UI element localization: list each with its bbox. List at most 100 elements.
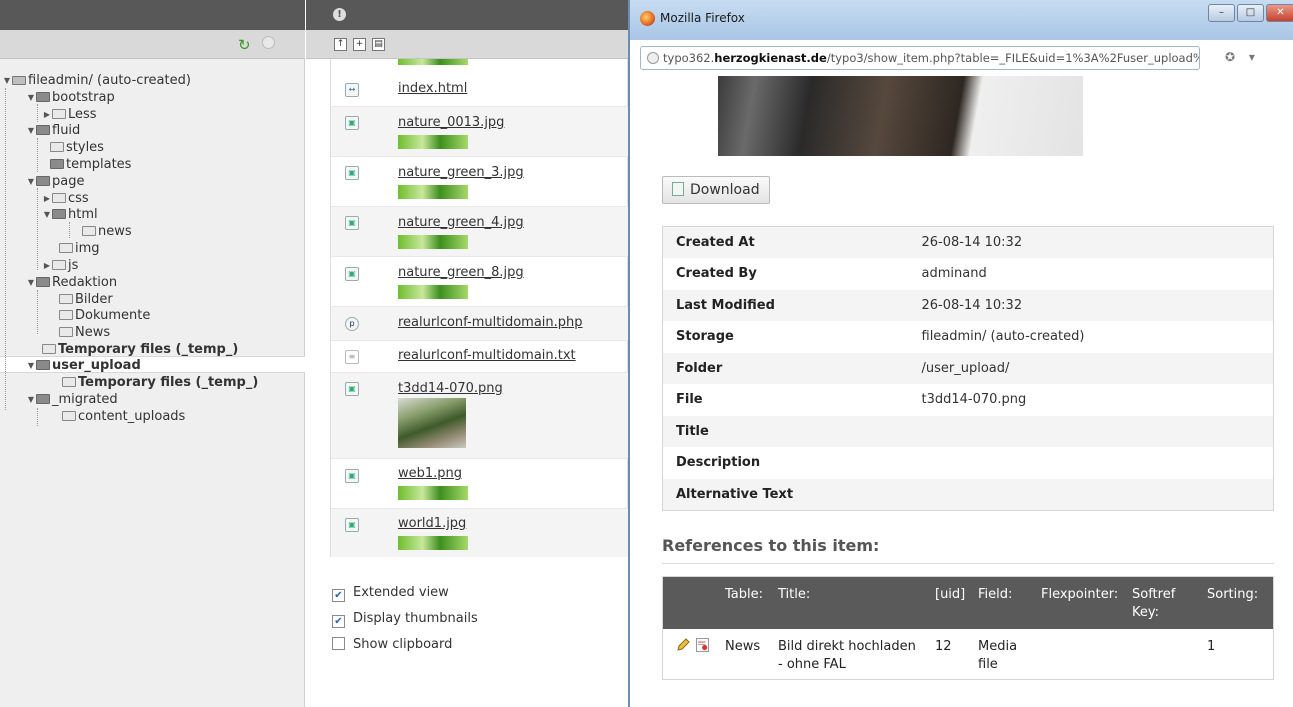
col-header-table: Table: bbox=[725, 587, 763, 602]
file-row[interactable]: ▣ world1.jpg bbox=[331, 509, 628, 557]
close-button[interactable]: ✕ bbox=[1266, 4, 1293, 22]
tree-node-dokumente[interactable]: Dokumente bbox=[59, 307, 150, 324]
image-file-icon: ▣ bbox=[345, 469, 359, 483]
tree-node-fileadmin[interactable]: ▼ fileadmin/ (auto-created) bbox=[2, 72, 191, 89]
show-clipboard-checkbox[interactable] bbox=[332, 637, 345, 650]
show-clipboard-label: Show clipboard bbox=[353, 637, 453, 652]
col-header-field: Field: bbox=[978, 587, 1013, 602]
file-name-link[interactable]: t3dd14-070.png bbox=[398, 381, 503, 396]
metadata-key: Description bbox=[676, 455, 761, 471]
file-row[interactable]: ↔ index.html bbox=[331, 73, 628, 107]
tree-node-label: Less bbox=[68, 107, 97, 122]
file-name-link[interactable]: index.html bbox=[398, 81, 467, 96]
file-row[interactable]: ▣ nature_0013.jpg bbox=[331, 107, 628, 157]
folder-open-icon bbox=[50, 159, 64, 169]
expand-toggle-icon[interactable]: ▶ bbox=[42, 106, 52, 123]
folder-icon bbox=[52, 260, 66, 270]
expand-toggle-icon[interactable]: ▼ bbox=[26, 122, 36, 139]
references-table: Table: Title: [uid] Field: Flexpointer: … bbox=[662, 576, 1274, 680]
record-info-icon[interactable] bbox=[696, 638, 709, 652]
new-file-icon[interactable]: + bbox=[353, 38, 366, 51]
file-name-link[interactable]: realurlconf-multidomain.php bbox=[398, 315, 583, 330]
show-clipboard-option[interactable]: Show clipboard bbox=[332, 637, 452, 652]
download-button[interactable]: Download bbox=[662, 176, 770, 204]
display-thumbnails-option[interactable]: ✔ Display thumbnails bbox=[332, 611, 478, 628]
metadata-row: File t3dd14-070.png bbox=[663, 384, 1274, 416]
file-thumbnail bbox=[398, 235, 468, 249]
metadata-row: Created By adminand bbox=[663, 258, 1274, 290]
tree-node-less[interactable]: ▶ Less bbox=[42, 106, 97, 123]
expand-toggle-icon[interactable]: ▼ bbox=[26, 357, 36, 374]
tree-node-page[interactable]: ▼ page bbox=[26, 173, 85, 190]
tree-node-temporary-files-sub[interactable]: Temporary files (_temp_) bbox=[62, 374, 258, 391]
tree-node-styles[interactable]: styles bbox=[50, 139, 104, 156]
expand-toggle-icon[interactable]: ▼ bbox=[26, 274, 36, 291]
tree-node-label: bootstrap bbox=[52, 90, 115, 105]
metadata-row: Description bbox=[663, 447, 1274, 479]
tree-node-label: user_upload bbox=[52, 358, 141, 373]
tree-node-js[interactable]: ▶ js bbox=[42, 257, 78, 274]
tree-node-news-redaktion[interactable]: News bbox=[59, 324, 110, 341]
tree-node-user-upload[interactable]: ▼ user_upload bbox=[26, 357, 141, 374]
collapse-icon[interactable] bbox=[262, 36, 275, 49]
metadata-key: Storage bbox=[676, 329, 734, 345]
file-row[interactable]: ▣ t3dd14-070.png bbox=[331, 373, 628, 459]
folder-open-icon bbox=[36, 277, 50, 287]
display-thumbnails-checkbox[interactable]: ✔ bbox=[332, 615, 345, 628]
tree-node-bootstrap[interactable]: ▼ bootstrap bbox=[26, 89, 115, 106]
tree-node-label: News bbox=[75, 325, 111, 340]
file-name-link[interactable]: nature_green_8.jpg bbox=[398, 265, 524, 280]
firefox-popup-window: Mozilla Firefox – □ ✕ typo362.herzogkien… bbox=[628, 0, 1293, 707]
metadata-value bbox=[909, 479, 1274, 511]
tree-node-news[interactable]: news bbox=[82, 223, 132, 240]
expand-toggle-icon[interactable]: ▼ bbox=[42, 206, 52, 223]
extended-view-option[interactable]: ✔ Extended view bbox=[332, 585, 449, 602]
file-name-link[interactable]: realurlconf-multidomain.txt bbox=[398, 348, 576, 363]
tree-node-html[interactable]: ▼ html bbox=[42, 206, 98, 223]
tree-node-migrated[interactable]: ▼ _migrated bbox=[26, 391, 118, 408]
help-icon[interactable]: ! bbox=[333, 8, 346, 21]
tree-node-css[interactable]: ▶ css bbox=[42, 190, 89, 207]
file-row[interactable]: ▣ nature_green_8.jpg bbox=[331, 257, 628, 307]
tree-node-content-uploads[interactable]: content_uploads bbox=[62, 408, 185, 425]
bookmark-star-icon[interactable]: ✪ bbox=[1225, 50, 1235, 64]
tree-node-templates[interactable]: templates bbox=[50, 156, 131, 173]
expand-toggle-icon[interactable]: ▶ bbox=[42, 190, 52, 207]
tree-node-label: _migrated bbox=[52, 392, 118, 407]
tree-node-redaktion[interactable]: ▼ Redaktion bbox=[26, 274, 117, 291]
file-row[interactable]: ▣ nature_green_3.jpg bbox=[331, 157, 628, 207]
upload-icon[interactable]: ↑ bbox=[334, 38, 347, 51]
tree-node-temporary-files[interactable]: Temporary files (_temp_) bbox=[42, 341, 238, 358]
expand-toggle-icon[interactable]: ▼ bbox=[26, 173, 36, 190]
url-bar[interactable]: typo362.herzogkienast.de/typo3/show_item… bbox=[640, 46, 1200, 70]
edit-pencil-icon[interactable] bbox=[677, 638, 690, 657]
ref-field-value: Media bbox=[978, 639, 1018, 654]
extended-view-checkbox[interactable]: ✔ bbox=[332, 589, 345, 602]
file-name-link[interactable]: nature_green_4.jpg bbox=[398, 215, 524, 230]
tree-node-label: fileadmin/ (auto-created) bbox=[28, 73, 191, 88]
file-name-link[interactable]: world1.jpg bbox=[398, 516, 466, 531]
file-name-link[interactable]: nature_green_3.jpg bbox=[398, 165, 524, 180]
references-header-row: Table: Title: [uid] Field: Flexpointer: … bbox=[663, 577, 1273, 629]
tree-node-img[interactable]: img bbox=[59, 240, 100, 257]
folder-icon bbox=[59, 310, 73, 320]
new-folder-icon[interactable]: ▤ bbox=[372, 38, 385, 51]
expand-toggle-icon[interactable]: ▼ bbox=[26, 391, 36, 408]
file-row[interactable]: ▣ web1.png bbox=[331, 459, 628, 509]
maximize-button[interactable]: □ bbox=[1237, 4, 1264, 22]
minimize-button[interactable]: – bbox=[1208, 4, 1235, 22]
file-name-link[interactable]: nature_0013.jpg bbox=[398, 115, 504, 130]
metadata-key: File bbox=[676, 392, 703, 408]
expand-toggle-icon[interactable]: ▼ bbox=[2, 72, 12, 89]
file-row[interactable]: p realurlconf-multidomain.php bbox=[331, 307, 628, 341]
download-label: Download bbox=[690, 182, 760, 198]
file-row[interactable]: ≡ realurlconf-multidomain.txt bbox=[331, 341, 628, 373]
expand-toggle-icon[interactable]: ▶ bbox=[42, 257, 52, 274]
refresh-icon[interactable]: ↻ bbox=[238, 36, 251, 54]
file-name-link[interactable]: web1.png bbox=[398, 466, 462, 481]
expand-toggle-icon[interactable]: ▼ bbox=[26, 89, 36, 106]
dropdown-arrow-icon[interactable]: ▾ bbox=[1249, 50, 1255, 64]
file-row[interactable]: ▣ nature_green_4.jpg bbox=[331, 207, 628, 257]
tree-node-bilder[interactable]: Bilder bbox=[59, 291, 113, 308]
tree-node-fluid[interactable]: ▼ fluid bbox=[26, 122, 80, 139]
